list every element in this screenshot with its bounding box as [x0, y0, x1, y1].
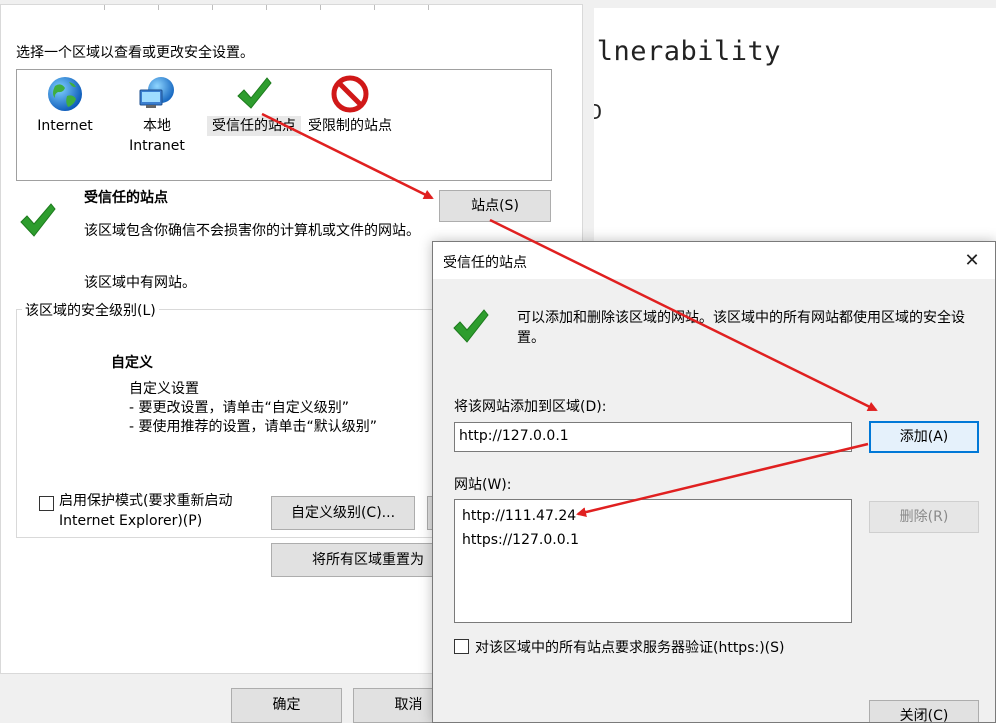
dialog-intro: 可以添加和删除该区域的网站。该区域中的所有网站都使用区域的安全设置。 — [517, 310, 965, 346]
close-button[interactable]: 关闭(C) — [869, 700, 979, 722]
security-level-name: 自定义 — [111, 355, 153, 371]
zone-label: 受限制的站点 — [308, 118, 392, 134]
zone-list: Internet 本地 Intranet 受信任的站点 受限制的站点 — [16, 69, 552, 181]
close-icon[interactable]: ✕ — [957, 248, 987, 274]
zone-instruction: 选择一个区域以查看或更改安全设置。 — [16, 45, 254, 61]
zone-restricted-sites[interactable]: 受限制的站点 — [303, 74, 397, 136]
require-https-label: 对该区域中的所有站点要求服务器验证(https:)(S) — [475, 640, 785, 656]
add-site-input[interactable]: http://127.0.0.1 — [454, 422, 852, 452]
tab-divider — [374, 5, 375, 10]
security-level-description: 自定义设置 - 要更改设置，请单击“自定义级别” - 要使用推荐的设置，请单击“… — [129, 381, 378, 435]
tab-divider — [158, 5, 159, 10]
add-button[interactable]: 添加(A) — [869, 421, 979, 453]
remove-button[interactable]: 删除(R) — [869, 501, 979, 533]
tab-divider — [212, 5, 213, 10]
globe-icon — [48, 77, 82, 111]
zone-label: Internet — [37, 118, 93, 134]
tab-divider — [266, 5, 267, 10]
tab-strip — [1, 5, 584, 10]
zone-internet[interactable]: Internet — [35, 74, 95, 136]
zone-label: 本地 Intranet — [129, 118, 185, 154]
security-level-label: 该区域的安全级别(L) — [22, 300, 159, 320]
tab-divider — [104, 5, 105, 10]
zone-has-sites-text: 该区域中有网站。 — [84, 275, 196, 291]
zone-local-intranet[interactable]: 本地 Intranet — [127, 74, 187, 156]
zone-label: 受信任的站点 — [207, 116, 301, 136]
checkmark-icon — [237, 77, 272, 109]
checkmark-icon — [20, 203, 56, 237]
list-item[interactable]: http://111.47.24 — [462, 504, 844, 528]
zone-trusted-sites[interactable]: 受信任的站点 — [207, 74, 301, 136]
title-bar: 受信任的站点 ✕ — [433, 242, 995, 279]
ok-button[interactable]: 确定 — [231, 688, 342, 723]
selected-zone-title: 受信任的站点 — [84, 190, 168, 206]
custom-level-button[interactable]: 自定义级别(C)... — [271, 496, 415, 530]
prohibited-icon — [331, 75, 369, 113]
selected-zone-description: 该区域包含你确信不会损害你的计算机或文件的网站。 — [84, 223, 420, 239]
tab-divider — [428, 5, 429, 10]
intranet-icon — [139, 77, 174, 108]
checkmark-icon — [453, 309, 489, 343]
protected-mode-checkbox[interactable] — [39, 496, 54, 511]
add-site-label: 将该网站添加到区域(D): — [454, 399, 607, 415]
tab-divider — [320, 5, 321, 10]
sites-list-label: 网站(W): — [454, 477, 512, 493]
trusted-sites-dialog: 受信任的站点 ✕ 可以添加和删除该区域的网站。该区域中的所有网站都使用区域的安全… — [432, 241, 996, 723]
require-https-checkbox[interactable] — [454, 639, 469, 654]
protected-mode-label: 启用保护模式(要求重新启动 Internet Explorer)(P) — [59, 493, 233, 529]
sites-button[interactable]: 站点(S) — [439, 190, 551, 222]
dialog-title: 受信任的站点 — [443, 255, 527, 271]
background-text-line: ulnerability — [580, 36, 782, 67]
sites-list[interactable]: http://111.47.24 https://127.0.0.1 — [454, 499, 852, 623]
list-item[interactable]: https://127.0.0.1 — [462, 528, 844, 552]
